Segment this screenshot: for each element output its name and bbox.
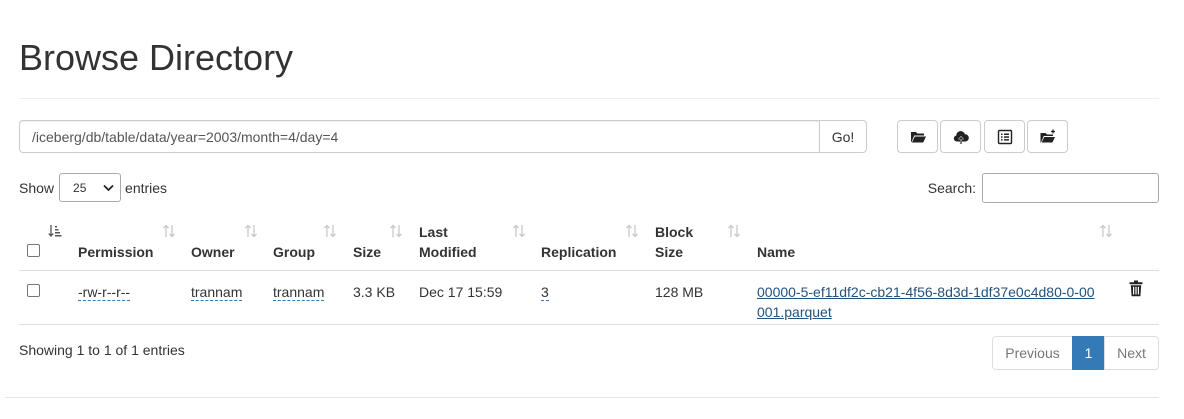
size-cell: 3.3 KB — [353, 284, 396, 300]
select-all-checkbox[interactable] — [27, 244, 40, 257]
page-1-button[interactable]: 1 — [1072, 336, 1105, 370]
column-name[interactable]: Name — [757, 215, 857, 271]
sort-icon[interactable] — [389, 224, 403, 238]
page-title: Browse Directory — [19, 37, 294, 78]
sort-icon[interactable] — [162, 224, 176, 238]
row-checkbox[interactable] — [27, 284, 40, 297]
show-label: Show — [19, 179, 55, 196]
table-info: Showing 1 to 1 of 1 entries — [19, 342, 185, 358]
entries-per-page-select[interactable]: 25 — [59, 173, 122, 202]
next-page-button[interactable]: Next — [1104, 336, 1159, 370]
folder-open-icon — [910, 131, 926, 142]
folder-new-icon — [1040, 129, 1055, 142]
previous-page-button[interactable]: Previous — [992, 336, 1073, 370]
search-input[interactable] — [982, 173, 1159, 203]
cloud-upload-icon — [953, 130, 969, 144]
block-size-cell: 128 MB — [655, 284, 704, 300]
pagination: Previous 1 Next — [992, 336, 1159, 370]
sort-icon[interactable] — [323, 224, 337, 238]
sort-icon[interactable] — [244, 224, 258, 238]
list-alt-icon — [997, 129, 1012, 144]
directory-path-input[interactable] — [19, 120, 819, 153]
view-file-button[interactable] — [984, 120, 1025, 153]
title-divider — [19, 98, 1159, 99]
file-table: Permission Owner Group Size Last Modifie… — [19, 215, 1159, 325]
upload-files-button[interactable] — [940, 120, 981, 153]
group-cell[interactable]: trannam — [273, 282, 325, 302]
sort-icon[interactable] — [727, 224, 741, 238]
file-name-link[interactable]: 00000-5-ef11df2c-cb21-4f56-8d3d-1df37e0c… — [757, 282, 1097, 322]
last-modified-cell: Dec 17 15:59 — [419, 284, 503, 300]
table-search: Search: — [928, 173, 1159, 203]
entries-label: entries — [125, 179, 168, 196]
sort-asc-icon[interactable] — [48, 224, 62, 238]
sort-icon[interactable] — [1099, 224, 1113, 238]
path-bar: Go! — [19, 120, 867, 153]
owner-cell[interactable]: trannam — [191, 282, 243, 302]
column-block-size[interactable]: Block Size — [655, 215, 705, 271]
browse-directory-page: Browse Directory Go! — [0, 0, 1184, 419]
chevron-down-icon — [103, 184, 114, 191]
sort-icon[interactable] — [512, 224, 526, 238]
table-bottom-divider — [19, 324, 1159, 325]
create-directory-button[interactable] — [897, 120, 938, 153]
new-folder-button[interactable] — [1027, 120, 1068, 153]
trash-icon[interactable] — [1129, 280, 1143, 297]
sort-icon[interactable] — [625, 224, 639, 238]
entries-per-page-value: 25 — [73, 180, 87, 195]
search-label: Search: — [927, 180, 976, 196]
footer-divider — [5, 397, 1159, 398]
entries-length-control: Show 25 entries — [19, 173, 167, 202]
permission-cell[interactable]: -rw-r--r-- — [78, 282, 131, 302]
header-divider — [19, 270, 1159, 271]
go-button[interactable]: Go! — [819, 120, 867, 153]
column-last-modified[interactable]: Last Modified — [419, 215, 489, 271]
replication-cell[interactable]: 3 — [541, 282, 549, 302]
